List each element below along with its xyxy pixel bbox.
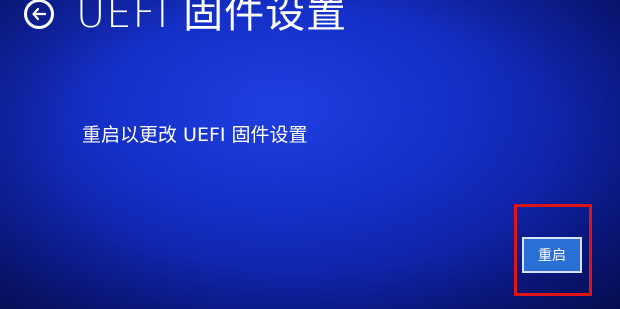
arrow-left-icon <box>32 7 47 21</box>
header: UEFI 固件设置 <box>24 0 347 34</box>
restart-description: 重启以更改 UEFI 固件设置 <box>82 124 308 146</box>
back-button[interactable] <box>24 0 54 29</box>
restart-button[interactable]: 重启 <box>522 237 582 273</box>
page-title: UEFI 固件设置 <box>76 0 348 37</box>
